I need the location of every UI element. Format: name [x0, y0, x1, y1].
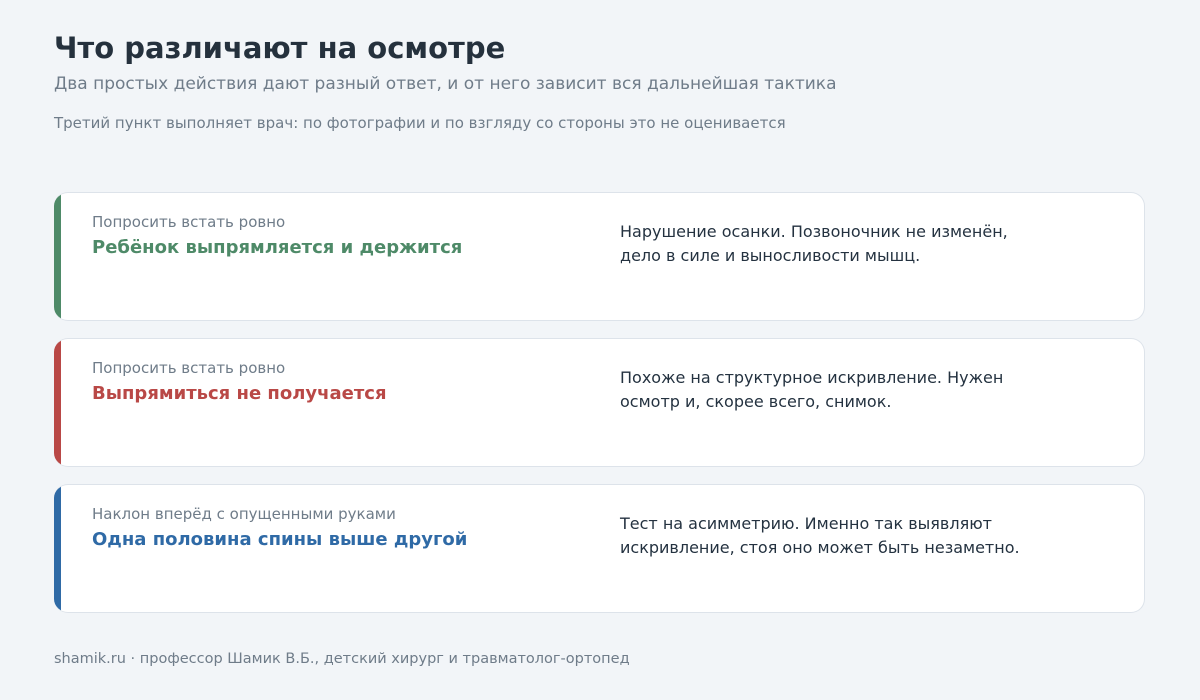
card-action: Попросить встать ровно [92, 359, 286, 377]
card-explanation: Тест на асимметрию. Именно так выявляют … [620, 514, 1020, 557]
exam-card-straighten-fail: Попросить встать ровно Выпрямиться не по… [54, 338, 1145, 467]
card-action: Попросить встать ровно [92, 213, 286, 231]
page-subtitle: Два простых действия дают разный ответ, … [54, 74, 837, 94]
card-accent-bar [54, 339, 61, 466]
exam-card-straighten-ok: Попросить встать ровно Ребёнок выпрямляе… [54, 192, 1145, 321]
card-result: Выпрямиться не получается [92, 383, 387, 404]
exam-card-forward-bend: Наклон вперёд с опущенными руками Одна п… [54, 484, 1145, 613]
card-accent-bar [54, 485, 61, 612]
page-title: Что различают на осмотре [54, 31, 506, 65]
page-note: Третий пункт выполняет врач: по фотограф… [54, 114, 786, 132]
card-accent-bar [54, 193, 61, 320]
card-action: Наклон вперёд с опущенными руками [92, 505, 396, 523]
card-explanation: Нарушение осанки. Позвоночник не изменён… [620, 222, 1008, 265]
footer-credit: shamik.ru · профессор Шамик В.Б., детски… [54, 651, 630, 667]
card-result: Одна половина спины выше другой [92, 529, 468, 550]
card-result: Ребёнок выпрямляется и держится [92, 237, 463, 258]
card-explanation: Похоже на структурное искривление. Нужен… [620, 368, 1004, 411]
